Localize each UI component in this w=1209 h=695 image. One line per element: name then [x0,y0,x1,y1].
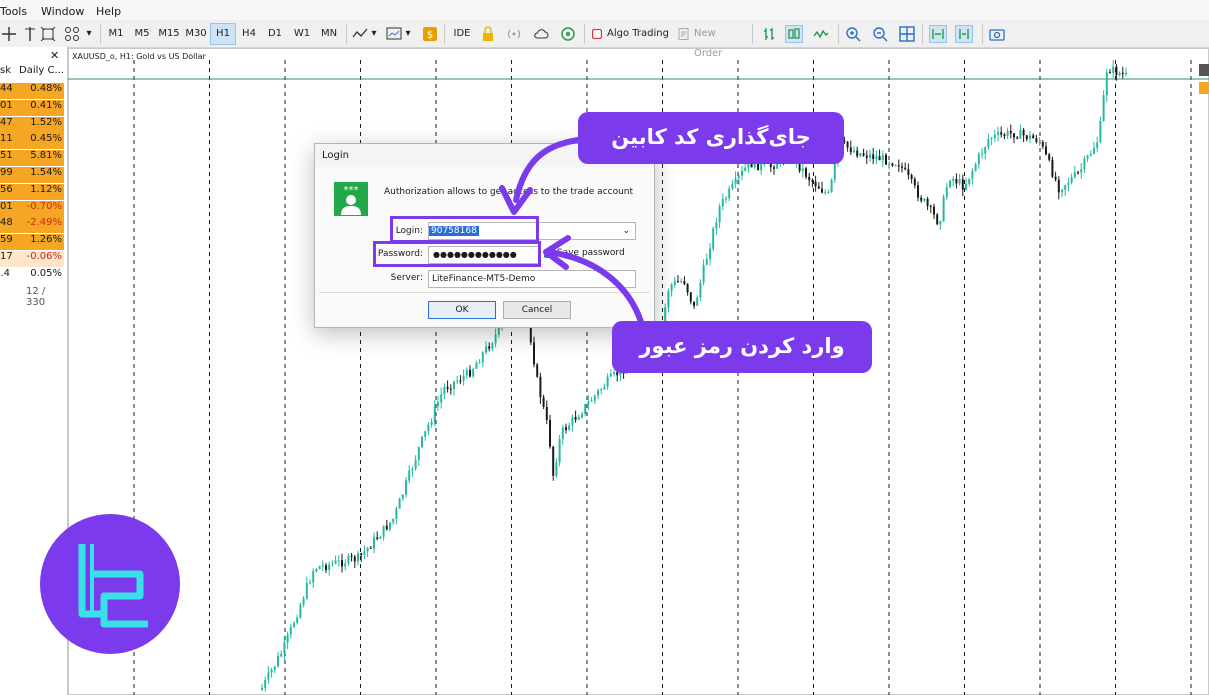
annotation-arrows [499,137,645,328]
brand-logo-icon [40,514,180,654]
login-callout: جای‌گذاری کد کابین [578,112,844,164]
password-callout: وارد کردن رمز عبور [612,321,872,373]
